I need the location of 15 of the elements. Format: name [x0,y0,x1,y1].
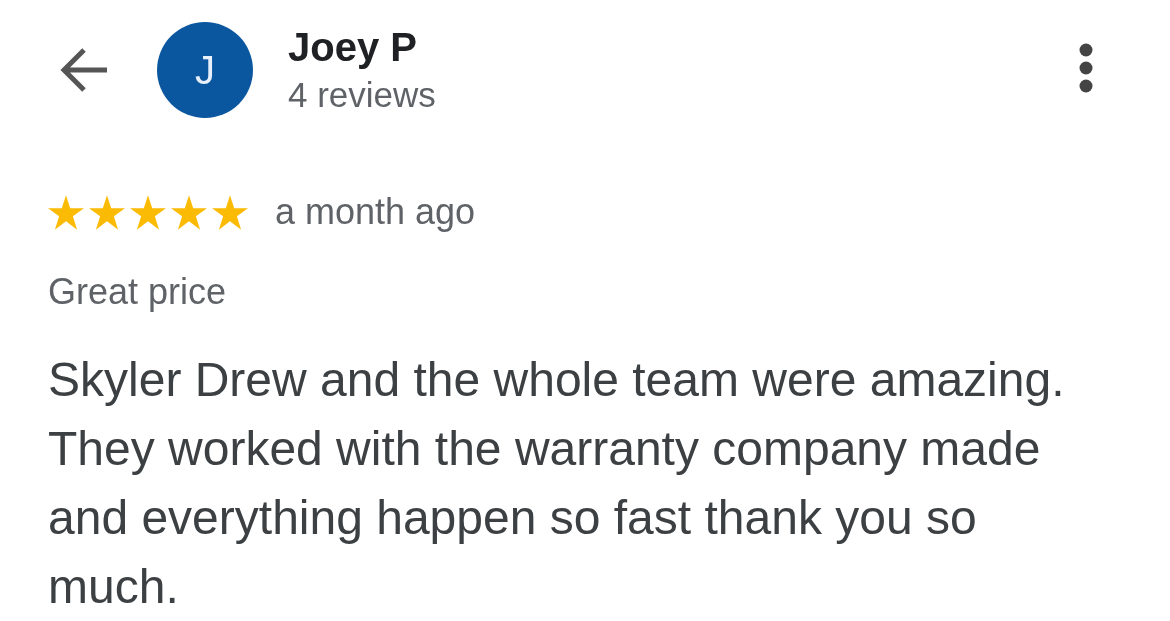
reviewer-name: Joey P [288,24,417,70]
review-count: 4 reviews [288,75,436,115]
star-icon [171,194,207,230]
review-text: Skyler Drew and the whole team were amazing. They worked with the warranty company made and everything happen so fast thank you so much. [48,352,1066,615]
star-icon [89,194,125,230]
star-icon [212,194,248,230]
back-button[interactable] [59,46,109,94]
back-arrow-icon [59,46,109,94]
avatar: J [157,22,253,118]
review-tag: Great price [48,271,227,313]
star-icon [130,194,166,230]
more-options-icon [1079,43,1093,93]
review-time: a month ago [275,192,476,232]
star-icon [48,194,84,230]
more-options-button[interactable] [1079,43,1093,93]
